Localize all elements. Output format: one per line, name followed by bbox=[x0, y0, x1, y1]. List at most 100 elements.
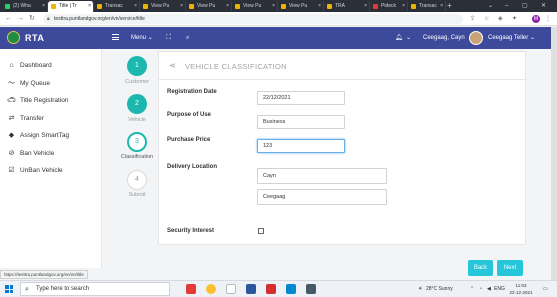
whatsapp-favicon-icon bbox=[5, 4, 10, 9]
sidebar-item-assign-smarttag[interactable]: ◆ Assign SmartTag bbox=[7, 130, 102, 142]
site-favicon-icon bbox=[373, 4, 378, 9]
browser-tab[interactable]: TRA × bbox=[324, 1, 370, 12]
extension-icon[interactable]: ◈ bbox=[498, 14, 503, 24]
close-tab-icon[interactable]: × bbox=[402, 1, 405, 12]
step-submit-circle[interactable]: 4 bbox=[127, 170, 147, 190]
tab-search-icon[interactable]: ⌄ bbox=[488, 0, 493, 12]
user-avatar[interactable] bbox=[469, 31, 483, 45]
forward-arrow-icon[interactable]: → bbox=[17, 14, 24, 24]
close-window-icon[interactable]: ✕ bbox=[541, 0, 546, 12]
taskbar-clock[interactable]: 11:03 22-12-2021 bbox=[506, 282, 536, 296]
browser-tab-active[interactable]: Title | Tr × bbox=[48, 1, 94, 12]
minimize-icon[interactable]: – bbox=[505, 0, 508, 12]
sidebar-item-ban-vehicle[interactable]: ⊘ Ban Vehicle bbox=[7, 148, 102, 160]
panel-header: ⋖ VEHICLE CLASSIFICATION bbox=[159, 52, 525, 80]
close-tab-icon[interactable]: × bbox=[318, 1, 321, 12]
share-nodes-icon: ⋖ bbox=[169, 61, 176, 70]
network-icon[interactable]: ◔ bbox=[479, 281, 482, 297]
close-tab-icon[interactable]: × bbox=[134, 1, 137, 12]
sidebar-item-title-registration[interactable]: 🚗︎ Title Registration bbox=[7, 95, 102, 107]
step-submit-label: Submit bbox=[128, 192, 146, 198]
delivery-location-line1-field[interactable]: Cayn bbox=[257, 168, 387, 184]
tag-icon: ◆ bbox=[8, 132, 15, 139]
weather-text[interactable]: 28°C Sunny bbox=[426, 281, 453, 297]
delivery-location-line2-field[interactable]: Ceegaag bbox=[257, 189, 387, 205]
purchase-price-field[interactable]: 123 bbox=[257, 139, 345, 153]
weather-icon: ☀ bbox=[418, 286, 423, 292]
close-tab-icon[interactable]: × bbox=[364, 1, 367, 12]
bookmark-star-icon[interactable]: ☆ bbox=[484, 14, 489, 24]
close-tab-icon[interactable]: × bbox=[440, 1, 443, 12]
close-tab-icon[interactable]: × bbox=[226, 1, 229, 12]
user-role-dropdown[interactable]: Ceegaag Teller ⌄ bbox=[488, 30, 535, 46]
close-tab-icon[interactable]: × bbox=[272, 1, 275, 12]
fullscreen-icon[interactable]: ⛶ bbox=[166, 30, 171, 46]
extensions-puzzle-icon[interactable]: ✦ bbox=[512, 14, 517, 24]
sidebar-item-dashboard[interactable]: ⌂ Dashboard bbox=[7, 60, 102, 72]
chevron-down-icon: ⌄ bbox=[147, 35, 153, 41]
browser-tab[interactable]: Transac × bbox=[94, 1, 140, 12]
taskbar-app-icon[interactable] bbox=[306, 284, 316, 294]
browser-tab[interactable]: View Pu × bbox=[186, 1, 232, 12]
browser-tab[interactable]: View Pu × bbox=[278, 1, 324, 12]
ban-icon: ⊘ bbox=[8, 150, 15, 157]
close-tab-icon[interactable]: × bbox=[88, 1, 91, 12]
car-icon: 🚗︎ bbox=[7, 97, 16, 104]
site-favicon-icon bbox=[189, 4, 194, 9]
page-scrollbar[interactable] bbox=[551, 27, 557, 297]
language-indicator[interactable]: ENG bbox=[494, 281, 505, 297]
step-vehicle-label: Vehicle bbox=[128, 117, 146, 123]
more-menu-icon[interactable]: ⋮ bbox=[545, 14, 551, 24]
next-button[interactable]: Next bbox=[497, 260, 523, 276]
windows-start-icon[interactable] bbox=[5, 285, 13, 293]
purpose-of-use-field[interactable]: Business bbox=[257, 115, 345, 129]
step-vehicle-circle[interactable]: 2 bbox=[127, 94, 147, 114]
taskbar-app-icon[interactable] bbox=[266, 284, 276, 294]
sidebar-item-unban-vehicle[interactable]: ☑ UnBan Vehicle bbox=[7, 165, 102, 177]
lock-icon: 🔒︎ bbox=[47, 16, 50, 22]
browser-tab[interactable]: View Pu × bbox=[140, 1, 186, 12]
browser-tab[interactable]: View Pu × bbox=[232, 1, 278, 12]
browser-tab[interactable]: (2) Wha × bbox=[2, 1, 48, 12]
step-customer-circle[interactable]: 1 bbox=[127, 56, 147, 76]
hamburger-menu-icon[interactable] bbox=[112, 34, 119, 40]
close-tab-icon[interactable]: × bbox=[180, 1, 183, 12]
browser-tab[interactable]: Transac × bbox=[408, 1, 446, 12]
taskbar-app-icon[interactable] bbox=[186, 284, 196, 294]
user-name[interactable]: Ceegaag, Cayn bbox=[423, 30, 465, 46]
url-input[interactable]: 🔒︎ testtra.puntlandgov.org/en/vn/service… bbox=[43, 14, 463, 24]
browser-tab-bar: (2) Wha × Title | Tr × Transac × View Pu × V… bbox=[0, 0, 557, 12]
unban-icon: ☑ bbox=[8, 167, 15, 174]
back-arrow-icon[interactable]: ← bbox=[5, 14, 12, 24]
notification-icon[interactable]: ▭ bbox=[543, 281, 548, 297]
site-favicon-icon bbox=[235, 4, 240, 9]
word-icon[interactable] bbox=[246, 284, 256, 294]
tray-chevron-icon[interactable]: ⌃ bbox=[470, 281, 474, 297]
purchase-price-label: Purchase Price bbox=[167, 137, 211, 143]
taskbar-search-input[interactable]: ⌕ Type here to search bbox=[20, 282, 170, 296]
sidebar-item-transfer[interactable]: ⇄ Transfer bbox=[7, 113, 102, 125]
volume-icon[interactable]: ◀ bbox=[487, 281, 491, 297]
step-classification-circle[interactable]: 3 bbox=[127, 132, 147, 152]
sidebar-item-my-queue[interactable]: 〜 My Queue bbox=[7, 78, 102, 90]
bell-icon[interactable]: 🔔︎ bbox=[395, 30, 403, 46]
maximize-icon[interactable]: ▢ bbox=[522, 0, 528, 12]
menu-dropdown[interactable]: Menu ⌄ bbox=[131, 30, 153, 46]
queue-icon: 〜 bbox=[8, 80, 15, 87]
reload-icon[interactable]: ↻ bbox=[29, 14, 35, 24]
chevron-down-icon[interactable]: ⌄ bbox=[406, 30, 411, 46]
taskbar-app-icon[interactable] bbox=[286, 284, 296, 294]
profile-avatar[interactable]: M bbox=[532, 15, 540, 23]
close-tab-icon[interactable]: × bbox=[42, 1, 45, 12]
browser-tab[interactable]: Pideck × bbox=[370, 1, 408, 12]
site-favicon-icon bbox=[51, 4, 56, 9]
back-button[interactable]: Back bbox=[468, 260, 493, 276]
chrome-icon[interactable] bbox=[206, 284, 216, 294]
search-icon[interactable]: ⌕ bbox=[186, 30, 189, 46]
new-tab-button[interactable]: + bbox=[447, 0, 452, 12]
share-icon[interactable]: ⇪ bbox=[470, 14, 475, 24]
site-favicon-icon bbox=[281, 4, 286, 9]
registration-date-field[interactable]: 22/12/2021 bbox=[257, 91, 345, 105]
security-interest-checkbox[interactable] bbox=[258, 228, 264, 234]
taskbar-app-icon[interactable] bbox=[226, 284, 236, 294]
